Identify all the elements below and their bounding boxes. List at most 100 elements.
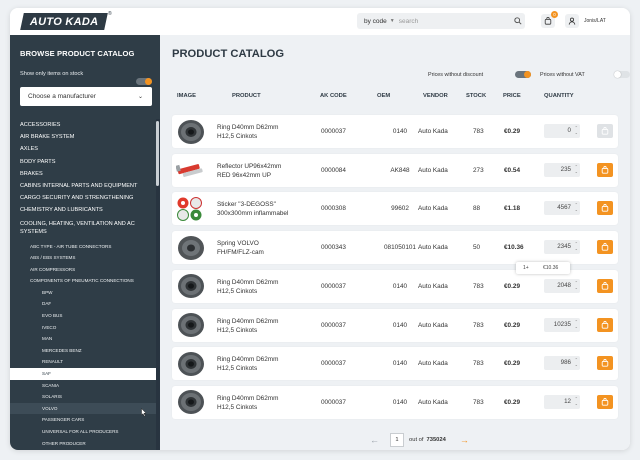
brand-item[interactable]: IVECO [10, 322, 160, 334]
product-image[interactable] [175, 389, 207, 416]
add-to-cart-button[interactable] [597, 317, 613, 332]
product-image[interactable] [175, 157, 207, 184]
manufacturer-select[interactable]: Choose a manufacturer ⌄ [20, 87, 152, 106]
product-image[interactable] [175, 350, 207, 377]
quantity-stepper[interactable]: 0 ⌃ ⌄ [544, 124, 580, 138]
quantity-stepper[interactable]: 12 ⌃ ⌄ [544, 394, 580, 409]
product-name[interactable]: Ring D40mm D62mm H12,5 Cinkots [217, 278, 312, 296]
quantity-stepper[interactable]: 2345 ⌃ ⌄ [544, 240, 580, 255]
vat-toggle[interactable] [614, 71, 630, 78]
chevron-down-icon[interactable]: ▼ [390, 18, 395, 24]
product-name[interactable]: Ring D40mm D62mm H12,5 Cinkots [217, 123, 312, 141]
add-to-cart-button[interactable] [597, 162, 613, 177]
quantity-stepper[interactable]: 4567 ⌃ ⌄ [544, 201, 580, 216]
subcategory-item[interactable]: COMPONENTS OF PNEUMATIC CONNECTIONS [10, 275, 160, 287]
product-row[interactable]: Ring D40mm D62mm H12,5 Cinkots 0000037 0140… [172, 347, 618, 381]
subcategory-item[interactable]: ABC TYPE - AIR TUBE CONNECTORS [10, 241, 160, 253]
brand-item[interactable]: DAF [10, 298, 160, 310]
subcategory-item[interactable]: AIR COMPRESSORS [10, 264, 160, 276]
stock-toggle-label: Show only items on stock [20, 71, 84, 77]
category-item[interactable]: BRAKES [10, 168, 160, 180]
product-row[interactable]: Ring D40mm D62mm H12,5 Cinkots 0000037 0140… [172, 308, 618, 342]
product-name[interactable]: Ring D40mm D62mm H12,5 Cinkots [217, 394, 312, 412]
user-icon[interactable] [565, 14, 579, 28]
price: €0.29 [504, 398, 520, 406]
add-to-cart-button[interactable] [597, 201, 613, 216]
prev-page-arrow-icon[interactable]: ← [370, 435, 379, 445]
stepper-arrows-icon: ⌃ ⌄ [574, 163, 578, 174]
brand-item[interactable]: EVO BUS [10, 310, 160, 322]
add-to-cart-button[interactable] [597, 278, 613, 293]
category-item[interactable]: CARGO SECURITY AND STRENGTHENING [10, 192, 160, 204]
product-row[interactable]: Ring D40mm D62mm H12,5 Cinkots 0000037 0140… [172, 115, 618, 148]
add-to-cart-button[interactable] [597, 394, 613, 409]
brand-item-active[interactable]: SAF [10, 368, 160, 380]
product-image[interactable] [175, 312, 207, 339]
column-header: AK CODE [320, 93, 347, 99]
category-item-expanded[interactable]: COOLING, HEATING, VENTILATION AND AC SYS… [10, 217, 142, 241]
quantity-stepper[interactable]: 10235 ⌃ ⌄ [544, 317, 580, 332]
product-row[interactable]: Ring D40mm D62mm H12,5 Cinkots 0000037 0140… [172, 269, 618, 303]
product-row[interactable]: Reflector UP96x42mm RED 96x42mm UP 0000084… [172, 153, 618, 187]
product-row[interactable]: Ring D40mm D62mm H12,5 Cinkots 0000037 0140… [172, 385, 618, 419]
search-bar[interactable]: by code ▼ search [357, 13, 525, 29]
add-to-cart-button[interactable] [597, 124, 613, 138]
discount-toggle[interactable] [515, 71, 531, 78]
category-item[interactable]: CABINS INTERNAL PARTS AND EQUIPMENT [10, 180, 160, 192]
page-title: PRODUCT CATALOG [172, 48, 285, 60]
mouse-pointer-icon [141, 407, 147, 419]
add-to-cart-button[interactable] [597, 240, 613, 255]
quantity-stepper[interactable]: 2048 ⌃ ⌄ [544, 278, 580, 293]
stock-count: 783 [473, 360, 484, 368]
add-to-cart-button[interactable] [597, 356, 613, 371]
next-page-arrow-icon[interactable]: → [460, 435, 469, 445]
ak-code: 0000037 [321, 128, 346, 135]
brand-item[interactable]: MERCEDES BENZ [10, 345, 160, 357]
user-name[interactable]: Jonis/LAT [584, 18, 606, 24]
search-input[interactable]: search [399, 18, 511, 25]
stock-toggle[interactable] [136, 78, 152, 85]
brand-item[interactable]: SCANIA [10, 380, 160, 392]
user-menu[interactable]: Jonis/LAT [565, 14, 606, 28]
top-header: AUTO KADA ® by code ▼ search 0 Jonis/LAT [10, 8, 630, 36]
search-mode-select[interactable]: by code [357, 18, 387, 25]
price-tier-tooltip: 1+ €10.36 [516, 262, 570, 274]
sidebar-scroll-thumb[interactable] [156, 121, 159, 186]
product-image[interactable] [175, 273, 207, 300]
product-image[interactable] [175, 234, 207, 261]
cart-count-badge: 0 [551, 11, 558, 18]
product-name[interactable]: Ring D40mm D62mm H12,5 Cinkots [217, 355, 312, 373]
stock-count: 50 [473, 244, 481, 252]
quantity-stepper[interactable]: 986 ⌃ ⌄ [544, 356, 580, 371]
subcategory-item[interactable]: ABS / EBS SYSTEMS [10, 252, 160, 264]
product-row[interactable]: Spring VOLVO FH/FM/FLZ-cam 0000343 08105010… [172, 231, 618, 265]
brand-item[interactable]: PASSENGER CARS [10, 414, 160, 426]
category-item[interactable]: CHEMISTRY AND LUBRICANTS [10, 204, 160, 216]
brand-item[interactable]: MAN [10, 333, 160, 345]
search-icon[interactable] [511, 17, 525, 25]
brand-item[interactable]: UNIVERSAL FOR ALL PRODUCERS [10, 426, 160, 438]
product-image[interactable] [175, 195, 207, 222]
product-image[interactable] [175, 118, 207, 145]
category-item[interactable]: AXLES [10, 143, 160, 155]
cart-button[interactable]: 0 [541, 11, 558, 28]
product-name[interactable]: Reflector UP96x42mm RED 96x42mm UP [217, 162, 312, 180]
quantity-stepper[interactable]: 235 ⌃ ⌄ [544, 162, 580, 177]
product-name[interactable]: Sticker "3-DEGOSS" 300x300mm inflammabel [217, 200, 312, 218]
brand-item[interactable]: OTHER PRODUCER [10, 438, 160, 450]
stepper-arrows-icon: ⌃ ⌄ [574, 202, 578, 213]
brand-item[interactable]: BPW [10, 287, 160, 299]
product-name[interactable]: Ring D40mm D62mm H12,5 Cinkots [217, 317, 312, 335]
pagination-total: 735024 [426, 437, 446, 443]
page-number-input[interactable]: 1 [390, 433, 404, 447]
product-row[interactable]: Sticker "3-DEGOSS" 300x300mm inflammabel 0… [172, 192, 618, 226]
brand-item-hover[interactable]: VOLVO [10, 402, 160, 415]
product-name[interactable]: Spring VOLVO FH/FM/FLZ-cam [217, 239, 312, 257]
brand-item[interactable]: SOLARIS [10, 391, 160, 403]
category-item[interactable]: AIR BRAKE SYSTEM [10, 131, 160, 143]
category-item[interactable]: BODY PARTS [10, 156, 160, 168]
auto-kada-logo[interactable]: AUTO KADA [20, 13, 108, 30]
stock-count: 783 [473, 282, 484, 290]
category-item[interactable]: ACCESSORIES [10, 119, 160, 131]
brand-item[interactable]: RENAULT [10, 356, 160, 368]
